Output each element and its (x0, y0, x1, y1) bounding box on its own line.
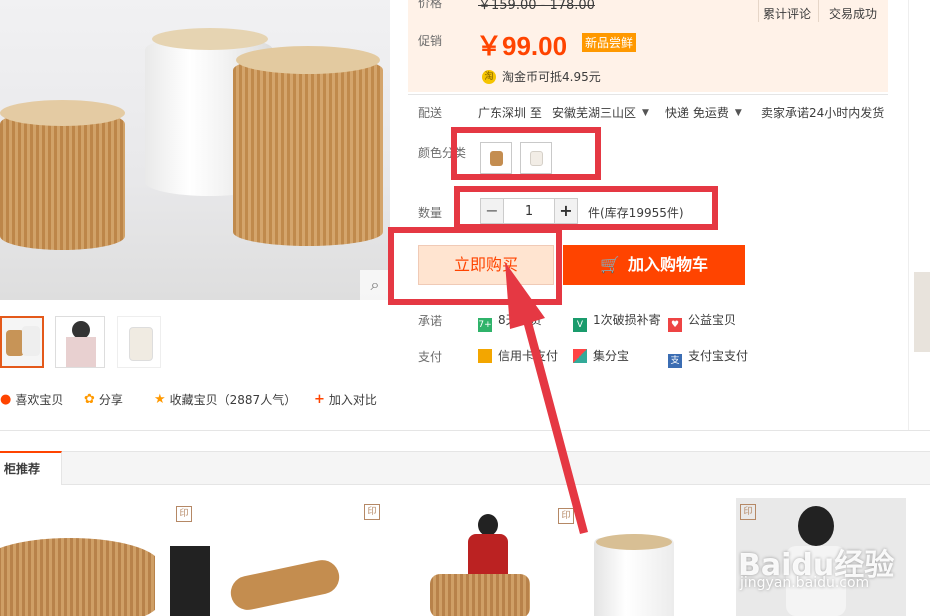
red-arrow-icon (505, 262, 588, 534)
